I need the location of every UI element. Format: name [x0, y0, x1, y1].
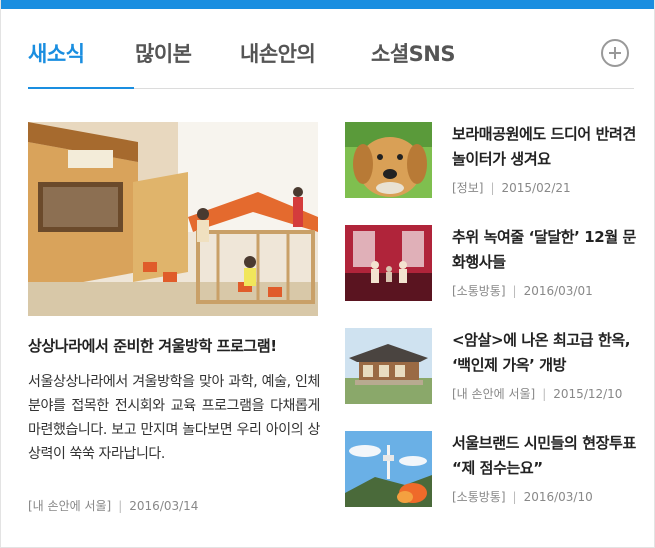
item-thumbnail[interactable]: [345, 431, 432, 507]
item-thumbnail[interactable]: [345, 328, 432, 404]
tab-social-sns[interactable]: 소셜SNS: [371, 38, 455, 68]
item-category: [정보]: [452, 181, 484, 195]
item-date: 2015/12/10: [553, 387, 623, 401]
item-title[interactable]: 서울브랜드 시민들의 현장투표 “제 점수는요”: [452, 431, 637, 481]
top-accent-bar: [1, 0, 654, 9]
feature-title[interactable]: 상상나라에서 준비한 겨울방학 프로그램!: [28, 335, 328, 356]
seoul-tower-photo: [345, 431, 432, 507]
item-date: 2015/02/21: [501, 181, 571, 195]
list-item: 추위 녹여줄 ‘달달한’ 12월 문화행사들 [소통방통] | 2016/03/01: [345, 225, 637, 305]
item-category: [소통방통]: [452, 490, 506, 504]
meta-separator: |: [490, 181, 495, 195]
feature-category: [내 손안에 서울]: [28, 499, 112, 513]
item-category: [소통방통]: [452, 284, 506, 298]
feature-date: 2016/03/14: [129, 499, 199, 513]
list-item: <암살>에 나온 최고급 한옥, ‘백인제 가옥’ 개방 [내 손안에 서울] |…: [345, 328, 635, 408]
feature-description: 서울상상나라에서 겨울방학을 맞아 과학, 예술, 인체 분야를 접목한 전시회…: [28, 374, 320, 462]
meta-separator: |: [542, 387, 547, 401]
item-thumbnail[interactable]: [345, 122, 432, 198]
list-item: 보라매공원에도 드디어 반려견 놀이터가 생겨요 [정보] | 2015/02/21: [345, 122, 637, 202]
tab-new[interactable]: 새소식: [28, 38, 85, 68]
item-title[interactable]: 추위 녹여줄 ‘달달한’ 12월 문화행사들: [452, 225, 637, 275]
hanok-house-photo: [345, 328, 432, 404]
item-title[interactable]: <암살>에 나온 최고급 한옥, ‘백인제 가옥’ 개방: [452, 328, 637, 378]
tab-in-my-hand[interactable]: 내손안의: [240, 38, 316, 68]
children-play-area-photo: [28, 122, 318, 316]
item-title[interactable]: 보라매공원에도 드디어 반려견 놀이터가 생겨요: [452, 122, 637, 172]
item-date: 2016/03/01: [523, 284, 593, 298]
more-button[interactable]: [601, 39, 629, 67]
tab-popular[interactable]: 많이본: [135, 38, 192, 68]
dog-photo: [345, 122, 432, 198]
feature-image[interactable]: [28, 122, 318, 316]
item-meta: [소통방통] | 2016/03/01: [452, 282, 593, 299]
item-meta: [정보] | 2015/02/21: [452, 179, 571, 196]
active-tab-indicator: [28, 87, 134, 89]
feature-meta: [내 손안에 서울] | 2016/03/14: [28, 497, 198, 514]
item-date: 2016/03/10: [523, 490, 593, 504]
meta-separator: |: [118, 499, 123, 513]
news-widget: 새소식 많이본 내손안의 소셜SNS 상상나라에서 준비한 겨울방학 프로그램!…: [0, 0, 655, 548]
list-item: 서울브랜드 시민들의 현장투표 “제 점수는요” [소통방통] | 2016/03/…: [345, 431, 637, 511]
item-meta: [소통방통] | 2016/03/10: [452, 488, 593, 505]
meta-separator: |: [512, 490, 517, 504]
meta-separator: |: [512, 284, 517, 298]
item-thumbnail[interactable]: [345, 225, 432, 301]
stage-performance-photo: [345, 225, 432, 301]
item-meta: [내 손안에 서울] | 2015/12/10: [452, 385, 622, 402]
item-category: [내 손안에 서울]: [452, 387, 536, 401]
